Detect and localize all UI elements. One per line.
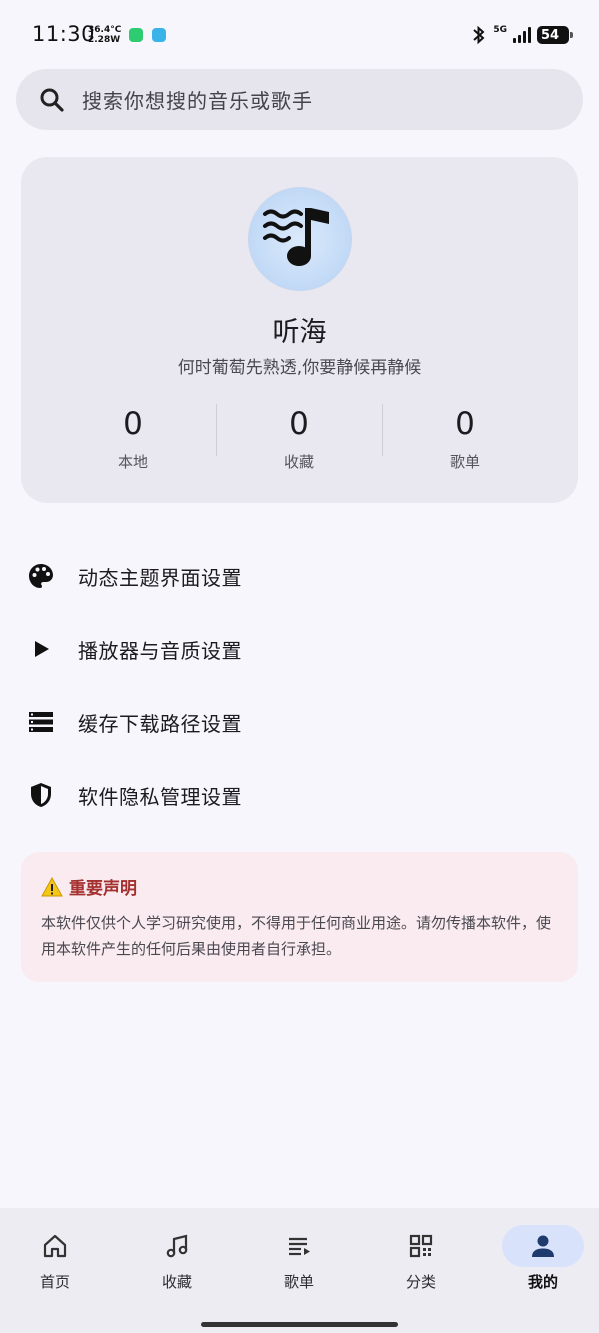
battery-level: 54 — [541, 27, 560, 43]
menu-item-theme-settings[interactable]: 动态主题界面设置 — [0, 547, 599, 605]
disclaimer-title-text: 重要声明 — [69, 879, 137, 899]
stat-value: 0 — [289, 406, 309, 442]
nav-label: 分类 — [405, 1273, 436, 1291]
palette-icon — [29, 564, 53, 588]
home-icon — [43, 1234, 67, 1258]
menu-label: 播放器与音质设置 — [78, 638, 242, 663]
play-icon — [35, 641, 49, 657]
music-note-waves-icon — [263, 208, 329, 266]
profile-name: 听海 — [272, 317, 327, 348]
nav-label: 首页 — [39, 1273, 70, 1291]
search-bar[interactable]: 搜索你想搜的音乐或歌手 — [16, 69, 583, 130]
storage-list-icon — [29, 712, 53, 732]
menu-item-player-settings[interactable]: 播放器与音质设置 — [0, 620, 599, 678]
stat-label: 本地 — [117, 453, 148, 471]
stat-value: 0 — [123, 406, 143, 442]
profile-motto: 何时葡萄先熟透,你要静候再静候 — [177, 358, 422, 378]
menu-item-privacy-settings[interactable]: 软件隐私管理设置 — [0, 766, 599, 824]
nav-tab-home[interactable]: 首页 — [0, 1208, 115, 1308]
shield-icon — [31, 783, 51, 807]
home-indicator[interactable] — [201, 1322, 398, 1327]
nav-label: 收藏 — [161, 1273, 192, 1291]
nav-tab-playlists[interactable]: 歌单 — [239, 1208, 359, 1308]
warning-icon — [41, 876, 63, 896]
playlist-icon — [289, 1237, 310, 1256]
disclaimer-title: 重要声明 — [41, 874, 137, 899]
stat-local[interactable]: 0 本地 — [50, 407, 216, 472]
status-power: 2.28W — [88, 35, 121, 45]
notification-app-icon — [129, 28, 143, 42]
status-bar: 11:30 36.4°C 2.28W 5G 54 — [0, 0, 599, 64]
status-sensor-readout: 36.4°C 2.28W — [88, 25, 121, 45]
disclaimer-card: 重要声明 本软件仅供个人学习研究使用，不得用于任何商业用途。请勿传播本软件，使用… — [21, 852, 578, 982]
signal-strength-icon — [513, 27, 531, 43]
profile-card: 听海 何时葡萄先熟透,你要静候再静候 0 本地 0 收藏 0 歌单 — [21, 157, 578, 503]
network-type-label: 5G — [493, 24, 507, 35]
stat-favorites[interactable]: 0 收藏 — [216, 407, 382, 472]
person-icon — [532, 1235, 554, 1257]
notification-cloud-icon — [152, 28, 166, 42]
stat-label: 收藏 — [283, 453, 314, 471]
status-temperature: 36.4°C — [88, 25, 122, 35]
nav-tab-categories[interactable]: 分类 — [361, 1208, 481, 1308]
battery-icon: 54 — [537, 26, 573, 44]
bottom-navigation: 首页 收藏 歌单 分类 我的 — [0, 1208, 599, 1333]
status-time: 11:30 — [32, 22, 96, 46]
stat-label: 歌单 — [449, 453, 480, 471]
search-input[interactable]: 搜索你想搜的音乐或歌手 — [82, 85, 313, 114]
menu-item-cache-settings[interactable]: 缓存下载路径设置 — [0, 693, 599, 751]
bluetooth-icon — [473, 25, 485, 45]
music-note-icon — [166, 1234, 188, 1258]
status-indicators: 5G 54 — [471, 24, 573, 46]
menu-label: 缓存下载路径设置 — [78, 711, 242, 736]
nav-label: 我的 — [527, 1273, 558, 1291]
nav-label: 歌单 — [283, 1273, 314, 1291]
stat-playlists[interactable]: 0 歌单 — [382, 407, 548, 472]
nav-tab-favorites[interactable]: 收藏 — [117, 1208, 237, 1308]
stat-value: 0 — [455, 406, 475, 442]
menu-label: 软件隐私管理设置 — [78, 784, 242, 809]
search-icon[interactable] — [38, 86, 66, 114]
disclaimer-body: 本软件仅供个人学习研究使用，不得用于任何商业用途。请勿传播本软件，使用本软件产生… — [41, 914, 552, 958]
avatar[interactable] — [248, 187, 352, 291]
menu-label: 动态主题界面设置 — [78, 565, 242, 590]
grid-icon — [409, 1234, 433, 1258]
nav-tab-profile[interactable]: 我的 — [483, 1208, 599, 1308]
